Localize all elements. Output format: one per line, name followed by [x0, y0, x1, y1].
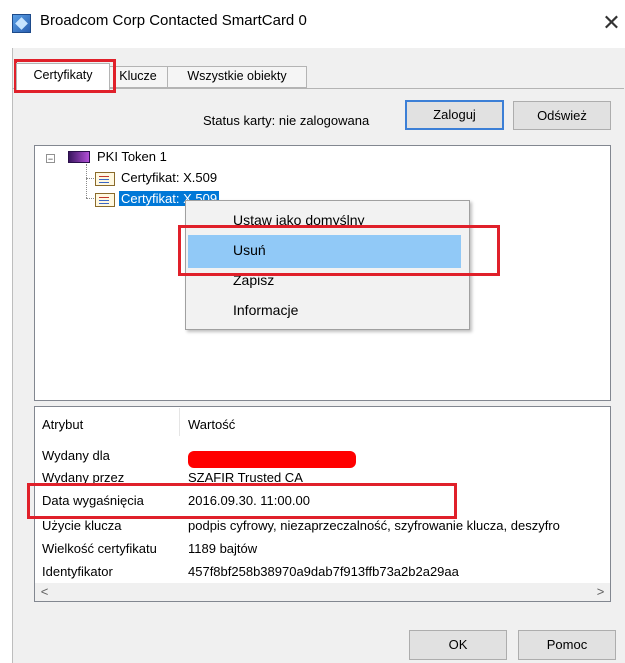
tab-keys[interactable]: Klucze — [107, 66, 169, 88]
scroll-left-icon[interactable]: < — [36, 583, 53, 601]
certificate-icon — [95, 193, 115, 207]
column-header-value[interactable]: Wartość — [188, 417, 235, 432]
refresh-button[interactable]: Odśwież — [513, 101, 611, 130]
tree-item-certificate-1[interactable]: Certyfikat: X.509 — [121, 170, 217, 185]
close-icon[interactable]: ✕ — [598, 7, 625, 39]
column-separator — [179, 408, 180, 436]
scroll-right-icon[interactable]: > — [592, 583, 609, 601]
row-attr-issued-to: Wydany dla — [42, 448, 110, 463]
tree-connector — [86, 164, 87, 198]
tab-certificates[interactable]: Certyfikaty — [16, 63, 110, 90]
annotation-box-expiry — [27, 483, 457, 519]
horizontal-scrollbar[interactable] — [35, 583, 610, 601]
column-header-attribute[interactable]: Atrybut — [42, 417, 83, 432]
token-icon — [68, 151, 90, 163]
row-value-cert-size: 1189 bajtów — [188, 541, 258, 556]
collapse-toggle-icon[interactable]: − — [46, 154, 55, 164]
menu-item-info[interactable]: Informacje — [233, 302, 298, 318]
certificate-icon — [95, 172, 115, 186]
row-value-identifier: 457f8bf258b38970a9dab7f913ffb73a2b2a29aa — [188, 564, 459, 579]
login-button[interactable]: Zaloguj — [405, 100, 504, 130]
redaction-mark — [188, 451, 356, 468]
row-attr-cert-size: Wielkość certyfikatu — [42, 541, 157, 556]
row-attr-identifier: Identyfikator — [42, 564, 113, 579]
window-title: Broadcom Corp Contacted SmartCard 0 — [40, 12, 307, 29]
ok-button[interactable]: OK — [409, 630, 507, 660]
row-attr-key-usage: Użycie klucza — [42, 518, 122, 533]
annotation-box-delete — [178, 225, 500, 276]
smartcard-app-icon — [12, 14, 31, 33]
tab-all-objects[interactable]: Wszystkie obiekty — [167, 66, 307, 88]
card-status-label: Status karty: nie zalogowana — [203, 113, 370, 128]
tree-root-token[interactable]: PKI Token 1 — [97, 149, 167, 164]
row-value-key-usage: podpis cyfrowy, niezaprzeczalność, szyfr… — [188, 518, 560, 533]
help-button[interactable]: Pomoc — [518, 630, 616, 660]
